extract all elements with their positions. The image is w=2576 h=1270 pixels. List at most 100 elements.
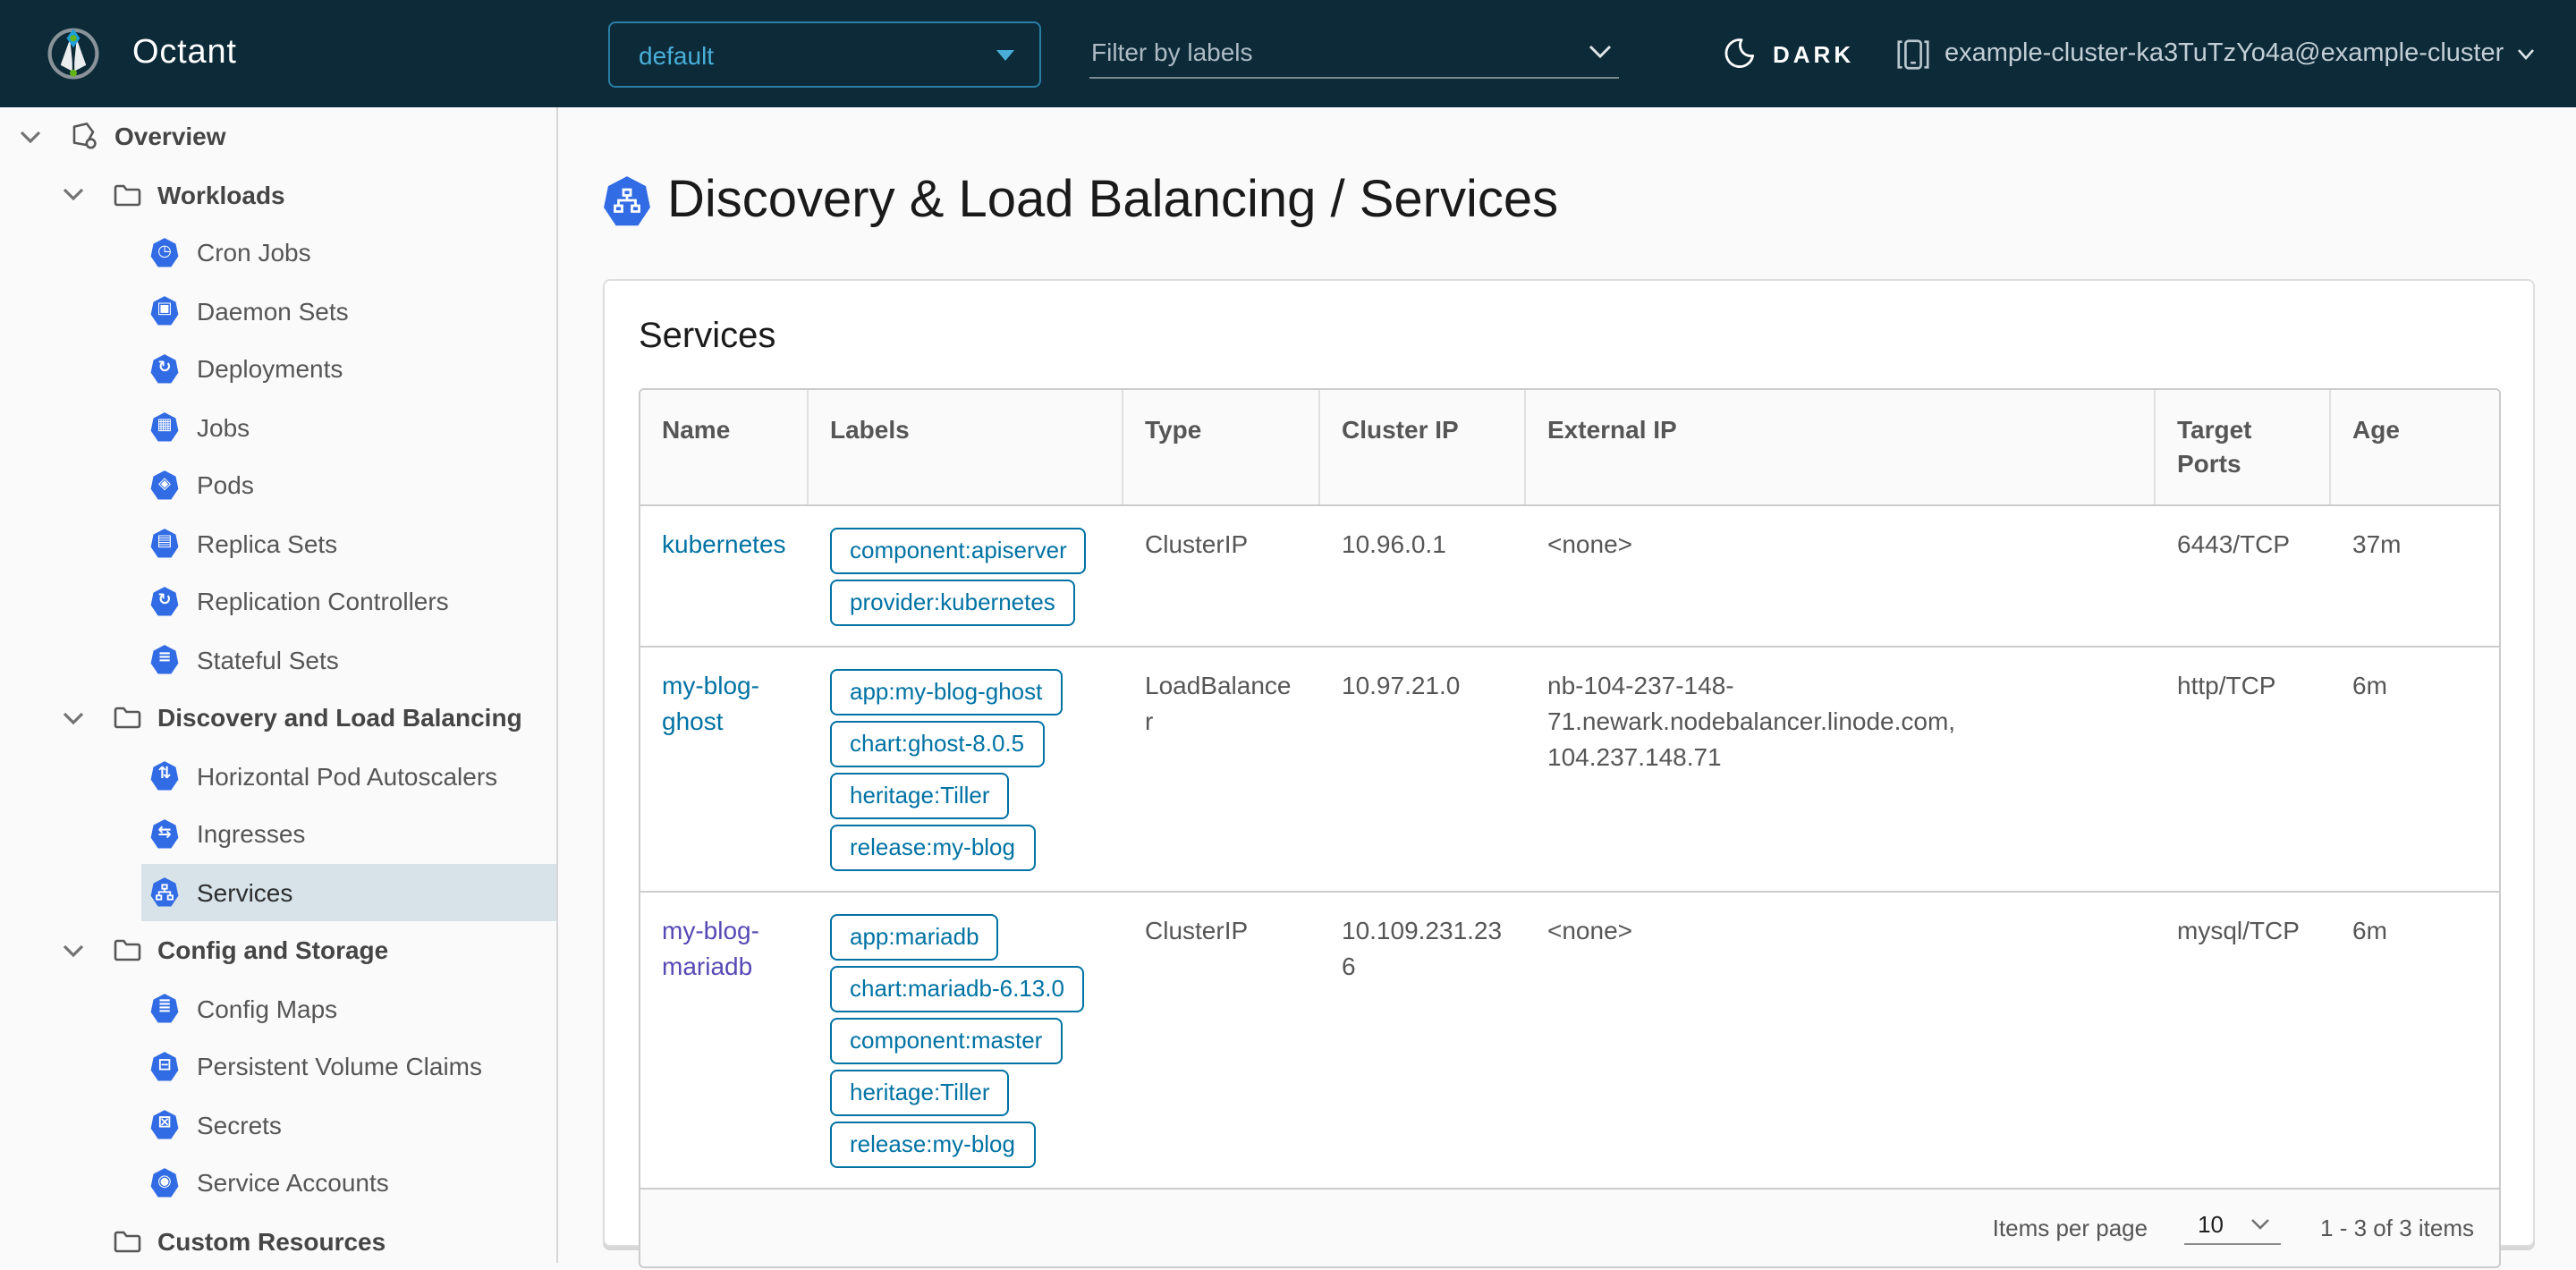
horizontal-pod-autoscalers-icon: ⇅ <box>150 761 179 791</box>
items-per-page-value: 10 <box>2198 1211 2224 1238</box>
chevron-down-icon <box>2517 48 2534 59</box>
label-pill[interactable]: app:mariadb <box>830 914 999 961</box>
cell-labels: app:my-blog-ghost chart:ghost-8.0.5 heri… <box>809 648 1123 891</box>
folder-icon <box>114 940 141 961</box>
items-per-page-label: Items per page <box>1992 1215 2148 1241</box>
cell-cluster-ip: 10.109.231.236 <box>1342 916 1503 980</box>
cell-age: 6m <box>2352 671 2387 699</box>
chevron-down-icon <box>63 189 84 201</box>
column-header-external-ip: External IP <box>1526 390 2156 504</box>
namespace-select[interactable]: default <box>608 21 1041 88</box>
label-pill[interactable]: heritage:Tiller <box>830 1070 1010 1116</box>
sidebar-item-services[interactable]: Services <box>141 863 556 921</box>
pods-icon: ◈ <box>150 470 179 500</box>
service-accounts-icon: ◉ <box>150 1168 179 1198</box>
label-pill[interactable]: component:master <box>830 1018 1063 1064</box>
octant-logo-icon <box>47 27 100 80</box>
cell-external-ip: <none> <box>1547 916 1632 944</box>
folder-icon <box>114 707 141 729</box>
folder-icon <box>114 1231 141 1252</box>
label-pill[interactable]: release:my-blog <box>830 1122 1035 1168</box>
replication-controllers-icon: ↻ <box>150 587 179 616</box>
cell-name: kubernetes <box>640 506 809 646</box>
cluster-icon <box>1897 38 1929 69</box>
services-card: Services Name Labels Type Cluster IP Ext… <box>603 279 2535 1268</box>
column-header-cluster-ip: Cluster IP <box>1320 390 1526 504</box>
table-row: kubernetes component:apiserver provider:… <box>640 504 2499 646</box>
services-icon <box>604 176 650 226</box>
chevron-down-icon <box>2251 1219 2269 1230</box>
cell-external-ip: <none> <box>1547 529 1632 558</box>
label-pill[interactable]: component:apiserver <box>830 528 1087 574</box>
cell-target-ports: http/TCP <box>2177 671 2276 699</box>
sidebar-group-workloads[interactable]: Workloads <box>0 165 556 224</box>
app-header: Octant default Filter by labels DARK exa… <box>0 0 2576 107</box>
cluster-selector[interactable]: example-cluster-ka3TuTzYo4a@example-clus… <box>1894 0 2534 107</box>
chevron-down-icon <box>20 131 41 143</box>
cron-jobs-icon: ◷ <box>150 238 179 267</box>
sidebar-item-horizontal-pod-autoscalers[interactable]: ⇅ Horizontal Pod Autoscalers <box>141 747 556 805</box>
secrets-icon: ⊠ <box>150 1110 179 1139</box>
sidebar-item-daemon-sets[interactable]: ▣ Daemon Sets <box>141 282 556 340</box>
replica-sets-icon: ▤ <box>150 529 179 558</box>
stateful-sets-icon: ≡ <box>150 645 179 674</box>
page-header: Discovery & Load Balancing / Services <box>603 172 1558 231</box>
cell-target-ports: 6443/TCP <box>2177 529 2291 558</box>
moon-icon <box>1724 38 1755 68</box>
sidebar-group-config-and-storage[interactable]: Config and Storage <box>0 921 556 979</box>
cell-type: ClusterIP <box>1145 916 1249 944</box>
label-pill[interactable]: release:my-blog <box>830 825 1035 871</box>
services-table: Name Labels Type Cluster IP External IP … <box>639 388 2501 1268</box>
label-pill[interactable]: provider:kubernetes <box>830 580 1075 626</box>
items-per-page-select[interactable]: 10 <box>2183 1211 2282 1245</box>
page-title: Discovery & Load Balancing / Services <box>667 172 1559 229</box>
label-pill[interactable]: app:my-blog-ghost <box>830 669 1063 715</box>
label-pill[interactable]: chart:mariadb-6.13.0 <box>830 966 1084 1012</box>
namespace-value: default <box>639 40 715 69</box>
sidebar-item-deployments[interactable]: ↻ Deployments <box>141 340 556 398</box>
pagination-range: 1 - 3 of 3 items <box>2320 1215 2474 1241</box>
cell-name: my-blog-ghost <box>640 648 809 891</box>
service-link-my-blog-ghost[interactable]: my-blog-ghost <box>662 671 759 735</box>
label-pill[interactable]: heritage:Tiller <box>830 773 1010 819</box>
sidebar-item-ingresses[interactable]: ⇆ Ingresses <box>141 805 556 863</box>
sidebar-item-secrets[interactable]: ⊠ Secrets <box>141 1096 556 1154</box>
column-header-type: Type <box>1123 390 1320 504</box>
sidebar-group-discovery-and-load-balancing[interactable]: Discovery and Load Balancing <box>0 689 556 747</box>
sidebar-item-replication-controllers[interactable]: ↻ Replication Controllers <box>141 572 556 631</box>
label-pill[interactable]: chart:ghost-8.0.5 <box>830 721 1045 767</box>
cell-type: ClusterIP <box>1145 529 1249 558</box>
service-link-kubernetes[interactable]: kubernetes <box>662 529 786 558</box>
sidebar-item-jobs[interactable]: ▦ Jobs <box>141 398 556 456</box>
cell-age: 6m <box>2352 916 2387 944</box>
cell-cluster-ip: 10.96.0.1 <box>1342 529 1446 558</box>
label-filter-input[interactable]: Filter by labels <box>1089 30 1619 79</box>
chevron-down-icon <box>63 944 84 957</box>
sidebar-item-config-maps[interactable]: ≣ Config Maps <box>141 979 556 1037</box>
overview-icon <box>72 123 97 149</box>
column-header-target-ports: Target Ports <box>2156 390 2331 504</box>
sidebar-item-pods[interactable]: ◈ Pods <box>141 456 556 514</box>
daemon-sets-icon: ▣ <box>150 296 179 326</box>
caret-down-icon <box>996 49 1014 60</box>
table-header-row: Name Labels Type Cluster IP External IP … <box>640 390 2499 504</box>
sidebar-group-custom-resources[interactable]: Custom Resources <box>0 1212 556 1270</box>
sidebar-item-service-accounts[interactable]: ◉ Service Accounts <box>141 1154 556 1212</box>
cell-external-ip: nb-104-237-148-71.newark.nodebalancer.li… <box>1547 671 1956 771</box>
config-maps-icon: ≣ <box>150 994 179 1023</box>
dark-theme-toggle[interactable]: DARK <box>1721 0 1854 107</box>
main-content: Discovery & Load Balancing / Services Se… <box>560 107 2576 1268</box>
chevron-down-icon <box>1589 45 1612 59</box>
service-link-my-blog-mariadb[interactable]: my-blog-mariadb <box>662 916 759 980</box>
sidebar-item-replica-sets[interactable]: ▤ Replica Sets <box>141 514 556 572</box>
folder-icon <box>114 184 141 206</box>
cell-labels: app:mariadb chart:mariadb-6.13.0 compone… <box>809 893 1123 1188</box>
persistent-volume-claims-icon: ⊟ <box>150 1052 179 1081</box>
sidebar-item-cron-jobs[interactable]: ◷ Cron Jobs <box>141 224 556 282</box>
column-header-labels: Labels <box>809 390 1123 504</box>
sidebar-item-overview[interactable]: Overview <box>0 107 556 165</box>
sidebar-item-stateful-sets[interactable]: ≡ Stateful Sets <box>141 631 556 689</box>
sidebar-item-persistent-volume-claims[interactable]: ⊟ Persistent Volume Claims <box>141 1037 556 1096</box>
table-row: my-blog-mariadb app:mariadb chart:mariad… <box>640 891 2499 1188</box>
table-pagination: Items per page 10 1 - 3 of 3 items <box>640 1188 2499 1266</box>
